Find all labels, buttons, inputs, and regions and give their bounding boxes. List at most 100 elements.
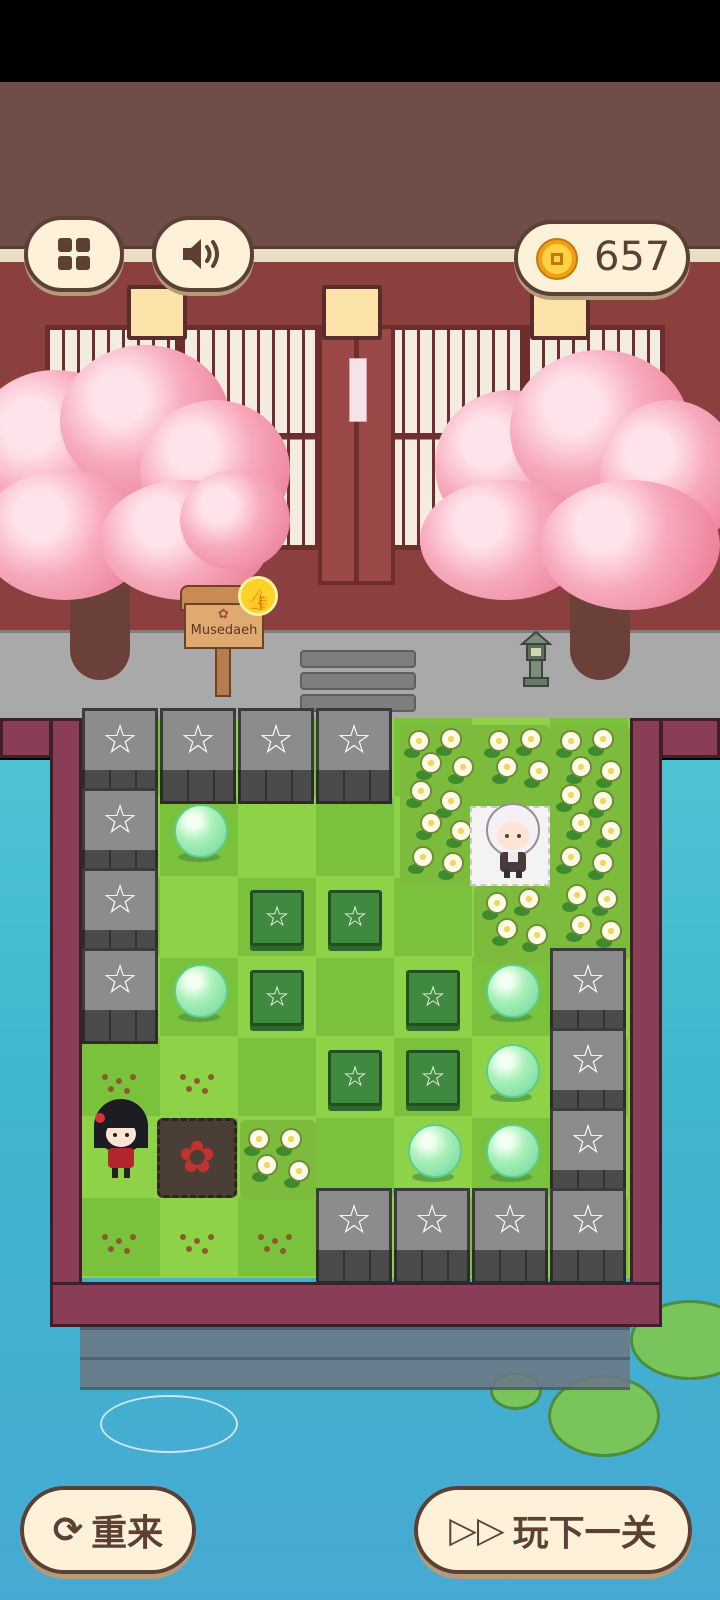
seed <box>286 1234 292 1240</box>
seed <box>130 1234 136 1240</box>
white-flower-icon <box>440 728 462 750</box>
white-flower-icon <box>408 730 430 752</box>
star-icon: ☆ <box>264 980 290 1013</box>
hanging-lantern-center <box>322 285 382 340</box>
sakura-icon: ✿ <box>218 607 229 622</box>
star-icon: ☆ <box>492 1197 528 1243</box>
star-icon: ☆ <box>570 1037 606 1083</box>
bubble[interactable] <box>174 804 228 858</box>
dirt-tile[interactable]: ✿ <box>157 1118 237 1198</box>
game-screen: ✿ Musedaeh 👍 ✿ ☆ ☆ ☆ ☆ ☆ ☆ ☆ ☆ ☆ ☆ ☆ ☆ ☆… <box>0 0 720 1600</box>
green-star-tile[interactable]: ☆ <box>406 1050 460 1106</box>
bubble[interactable] <box>174 964 228 1018</box>
white-flower-icon <box>440 790 462 812</box>
white-flower-icon <box>410 780 432 802</box>
star-icon: ☆ <box>102 877 138 923</box>
star-icon: ☆ <box>342 1060 368 1093</box>
star-icon: ☆ <box>102 797 138 843</box>
stone-block[interactable]: ☆ <box>82 948 158 1046</box>
stone-block[interactable]: ☆ <box>238 708 314 806</box>
grass-tile <box>238 1038 316 1116</box>
seed <box>258 1234 264 1240</box>
white-flower-icon <box>288 1160 310 1182</box>
seed <box>102 1234 108 1240</box>
black-haired-girl-player[interactable] <box>90 1096 152 1182</box>
restart-button[interactable]: ⟳ 重来 <box>20 1486 196 1574</box>
next-level-button[interactable]: ▷▷ 玩下一关 <box>414 1486 692 1574</box>
green-star-tile[interactable]: ☆ <box>406 970 460 1026</box>
seed <box>208 1074 214 1080</box>
sign-text: Musedaeh <box>190 623 258 638</box>
sakura-icon: ✿ <box>178 1132 216 1183</box>
seed <box>272 1238 278 1244</box>
white-flower-icon <box>600 820 622 842</box>
bubble[interactable] <box>486 964 540 1018</box>
white-flower-icon <box>488 730 510 752</box>
thumbs-up-icon[interactable]: 👍 <box>238 576 278 616</box>
white-flower-icon <box>526 924 548 946</box>
white-haired-girl[interactable] <box>482 800 544 882</box>
board-border-left <box>50 718 82 1298</box>
board-border-ledge-right <box>660 718 720 758</box>
hanging-lantern-left <box>127 285 187 340</box>
white-flower-icon <box>560 784 582 806</box>
white-flower-icon <box>570 914 592 936</box>
stone-base <box>550 1250 626 1284</box>
bubble[interactable] <box>486 1124 540 1178</box>
restart-label: 重来 <box>91 1513 164 1554</box>
stone-base <box>316 770 392 804</box>
stone-step <box>300 672 416 690</box>
seed <box>264 1246 270 1252</box>
white-flower-icon <box>280 1128 302 1150</box>
white-flower-icon <box>442 852 464 874</box>
star-icon: ☆ <box>420 980 446 1013</box>
stone-block[interactable]: ☆ <box>316 1188 392 1286</box>
seed <box>124 1248 130 1254</box>
star-icon: ☆ <box>336 1197 372 1243</box>
stone-base <box>160 770 236 804</box>
white-flower-icon <box>566 884 588 906</box>
stone-block[interactable]: ☆ <box>550 1188 626 1286</box>
white-flower-icon <box>560 730 582 752</box>
stone-block[interactable]: ☆ <box>472 1188 548 1286</box>
white-flower-icon <box>570 812 592 834</box>
white-flower-icon <box>420 752 442 774</box>
coin-icon <box>536 238 578 280</box>
star-icon: ☆ <box>420 1060 446 1093</box>
stone-base <box>82 1010 158 1044</box>
star-icon: ☆ <box>570 1197 606 1243</box>
water-ripple <box>100 1395 238 1453</box>
white-flower-icon <box>592 852 614 874</box>
star-icon: ☆ <box>258 717 294 763</box>
seed <box>130 1074 136 1080</box>
seed <box>208 1234 214 1240</box>
white-flower-icon <box>518 888 540 910</box>
bubble[interactable] <box>408 1124 462 1178</box>
grass-tile <box>316 958 394 1036</box>
green-star-tile[interactable]: ☆ <box>328 1050 382 1106</box>
white-flower-icon <box>520 728 542 750</box>
star-icon: ☆ <box>102 957 138 1003</box>
white-flower-icon <box>596 888 618 910</box>
green-star-tile[interactable]: ☆ <box>250 890 304 946</box>
seed <box>116 1238 122 1244</box>
green-star-tile[interactable]: ☆ <box>328 890 382 946</box>
bubble[interactable] <box>486 1044 540 1098</box>
stone-base <box>316 1250 392 1284</box>
grass-tile <box>82 1198 160 1276</box>
stone-block[interactable]: ☆ <box>160 708 236 806</box>
sound-button[interactable] <box>152 216 254 292</box>
seed <box>180 1074 186 1080</box>
white-flower-icon <box>496 756 518 778</box>
star-icon: ☆ <box>414 1197 450 1243</box>
coin-count: 657 <box>594 234 671 280</box>
stone-block[interactable]: ☆ <box>394 1188 470 1286</box>
menu-button[interactable] <box>24 216 124 292</box>
white-flower-icon <box>256 1154 278 1176</box>
stone-block[interactable]: ☆ <box>316 708 392 806</box>
white-flower-icon <box>600 760 622 782</box>
green-star-tile[interactable]: ☆ <box>250 970 304 1026</box>
coin-counter: 657 <box>514 220 690 296</box>
seed <box>116 1078 122 1084</box>
seed <box>186 1086 192 1092</box>
